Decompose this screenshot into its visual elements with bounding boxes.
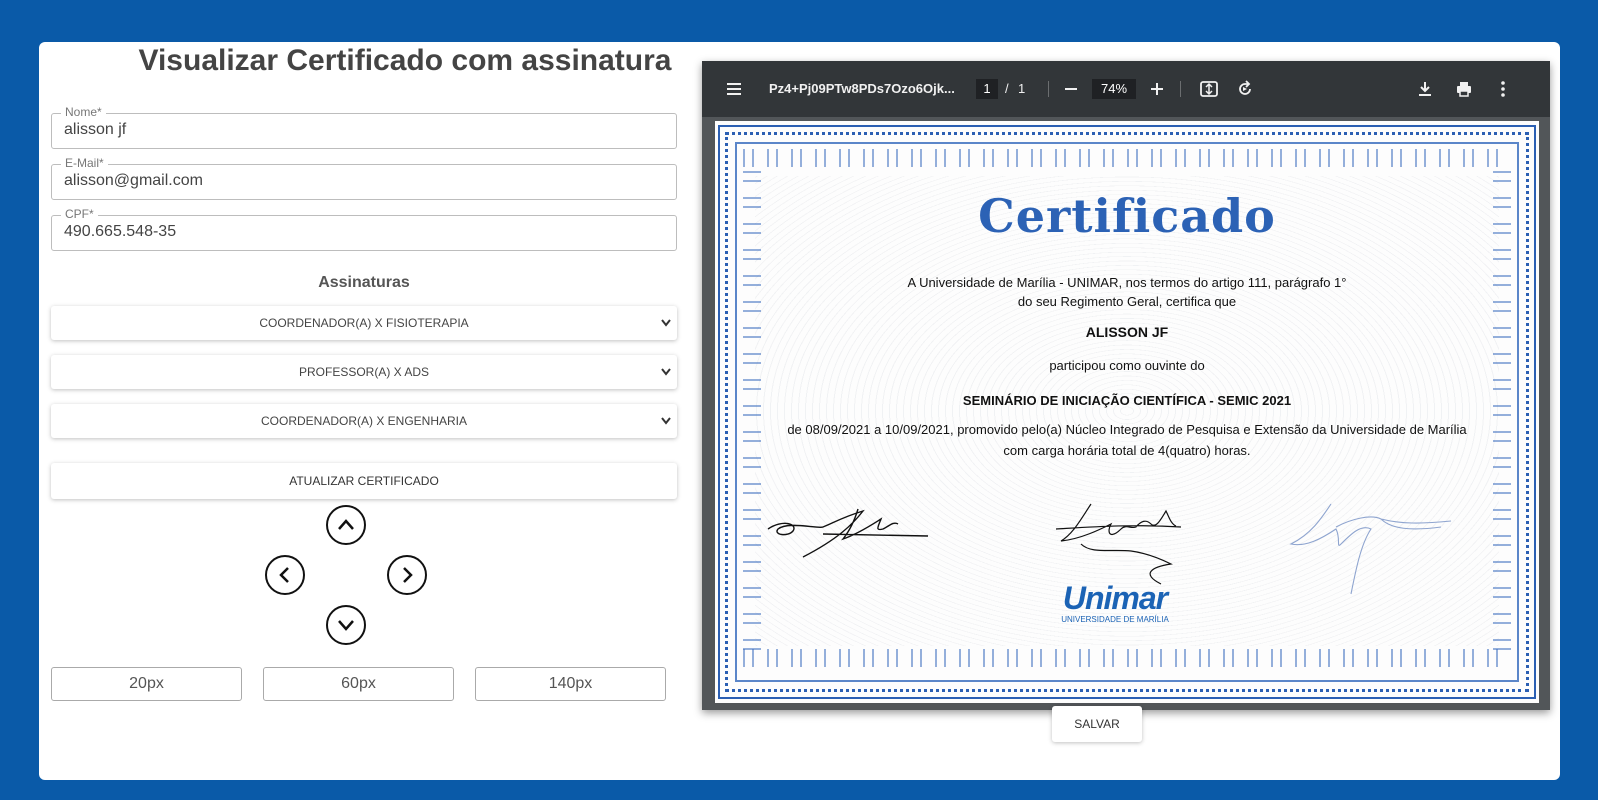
chevron-right-icon xyxy=(403,567,413,583)
certificate-title: Certificado xyxy=(978,189,1276,243)
ornament-right xyxy=(1493,171,1511,651)
save-button[interactable]: SALVAR xyxy=(1052,706,1142,742)
move-right-button[interactable] xyxy=(387,555,427,595)
name-field[interactable]: Nome* alisson jf xyxy=(51,105,677,149)
size-20px-button[interactable]: 20px xyxy=(51,667,242,701)
total-pages: 1 xyxy=(1018,81,1026,96)
ornament-left xyxy=(743,171,761,651)
update-certificate-button[interactable]: ATUALIZAR CERTIFICADO xyxy=(51,463,677,499)
chevron-down-icon xyxy=(338,620,354,631)
certificate-page: Certificado A Universidade de Marília - … xyxy=(715,121,1539,703)
name-label: Nome* xyxy=(61,105,106,119)
size-60px-button[interactable]: 60px xyxy=(263,667,454,701)
chevron-down-icon xyxy=(661,404,671,451)
certificate-participation: participou como ouvinte do xyxy=(1049,358,1205,373)
certificate-details1: de 08/09/2021 a 10/09/2021, promovido pe… xyxy=(787,422,1467,437)
signature-1 xyxy=(767,508,929,558)
signature-select-1[interactable]: COORDENADOR(A) X FISIOTERAPIA xyxy=(51,306,677,340)
move-left-button[interactable] xyxy=(265,555,305,595)
certificate-details2: com carga horária total de 4(quatro) hor… xyxy=(1003,443,1251,458)
page-number-input[interactable]: 1 xyxy=(976,79,998,99)
signature-select-3-value: COORDENADOR(A) X ENGENHARIA xyxy=(260,414,468,428)
ornament-bottom xyxy=(743,649,1511,667)
logo-subtitle: UNIVERSIDADE DE MARÍLIA xyxy=(1061,615,1169,624)
email-label: E-Mail* xyxy=(61,156,108,170)
name-input[interactable]: alisson jf xyxy=(64,121,664,139)
logo-main: Unimar xyxy=(1062,580,1168,616)
signature-2 xyxy=(1055,503,1182,585)
signature-select-3[interactable]: COORDENADOR(A) X ENGENHARIA xyxy=(51,404,677,438)
cpf-field[interactable]: CPF* 490.665.548-35 xyxy=(51,207,677,251)
page-title: Visualizar Certificado com assinatura xyxy=(138,44,672,77)
page-separator: / xyxy=(1005,81,1009,96)
signature-select-2[interactable]: PROFESSOR(A) X ADS xyxy=(51,355,677,389)
cpf-input[interactable]: 490.665.548-35 xyxy=(64,223,664,241)
zoom-in-icon[interactable] xyxy=(1147,79,1167,102)
zoom-out-icon[interactable] xyxy=(1061,79,1081,102)
cpf-label: CPF* xyxy=(61,207,98,221)
email-field[interactable]: E-Mail* alisson@gmail.com xyxy=(51,156,677,200)
menu-icon[interactable] xyxy=(724,79,744,102)
chevron-left-icon xyxy=(279,567,289,583)
signatures-title: Assinaturas xyxy=(318,274,410,291)
fit-page-icon[interactable] xyxy=(1199,79,1219,102)
move-up-button[interactable] xyxy=(326,505,366,545)
chevron-down-icon xyxy=(661,355,671,402)
signature-select-1-value: COORDENADOR(A) X FISIOTERAPIA xyxy=(259,316,469,330)
zoom-input[interactable]: 74% xyxy=(1092,79,1136,99)
pdf-viewer: Pz4+Pj09PTw8PDs7Ozo6Ojk... 1 / 1 74% Cer… xyxy=(702,61,1550,710)
download-icon[interactable] xyxy=(1415,79,1435,102)
certificate-event: SEMINÁRIO DE INICIAÇÃO CIENTÍFICA - SEMI… xyxy=(962,393,1292,408)
pdf-filename: Pz4+Pj09PTw8PDs7Ozo6Ojk... xyxy=(769,81,955,96)
chevron-down-icon xyxy=(661,306,671,353)
ornament-top xyxy=(743,149,1511,167)
certificate-line1: A Universidade de Marília - UNIMAR, nos … xyxy=(907,275,1347,290)
size-140px-button[interactable]: 140px xyxy=(475,667,666,701)
move-down-button[interactable] xyxy=(326,605,366,645)
main-card: Visualizar Certificado com assinatura No… xyxy=(39,42,1560,780)
certificate-line2: do seu Regimento Geral, certifica que xyxy=(1017,294,1237,309)
email-input[interactable]: alisson@gmail.com xyxy=(64,172,664,190)
signature-select-2-value: PROFESSOR(A) X ADS xyxy=(298,365,430,379)
signature-3 xyxy=(1289,503,1452,595)
certificate-recipient: ALISSON JF xyxy=(1085,324,1169,340)
print-icon[interactable] xyxy=(1454,79,1474,102)
more-icon[interactable] xyxy=(1493,79,1513,102)
rotate-icon[interactable] xyxy=(1235,79,1255,102)
unimar-logo: Unimar UNIVERSIDADE DE MARÍLIA xyxy=(1040,581,1190,624)
pdf-toolbar: Pz4+Pj09PTw8PDs7Ozo6Ojk... 1 / 1 74% xyxy=(702,61,1550,117)
chevron-up-icon xyxy=(338,519,354,530)
